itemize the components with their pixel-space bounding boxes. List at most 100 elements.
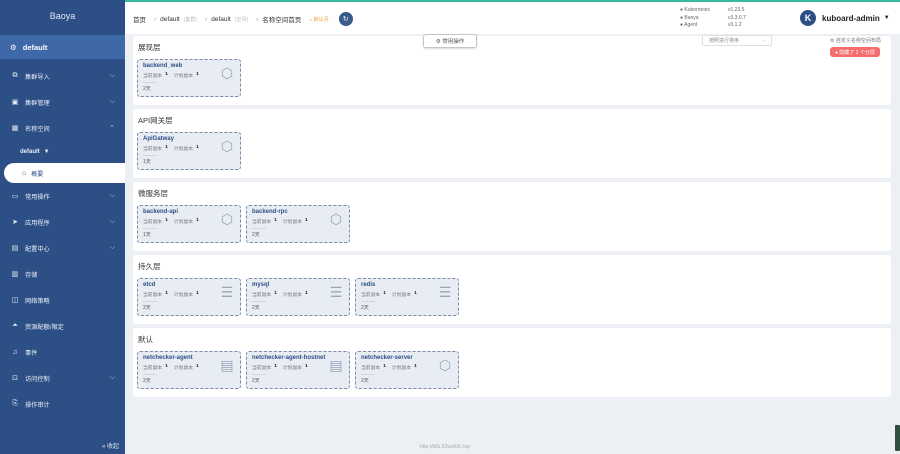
user-menu[interactable]: K kuboard-admin ▼ xyxy=(800,10,890,26)
kuboard-logo-icon: K xyxy=(800,10,816,26)
sidebar-item-namespace[interactable]: ⚙ default xyxy=(0,35,125,59)
lock-icon: ⊡ xyxy=(12,375,18,382)
crumb-namespace-tag: (空间) xyxy=(234,16,249,23)
layer-microservice: 微服务层 backend-api 当前副本 1 计划副本 1 1天 ⬡ backend… xyxy=(133,182,891,251)
hidden-layers-badge[interactable]: ● 隐藏了 2 个分层 xyxy=(830,47,880,57)
sidebar-item-namespaces[interactable]: ▦ 名称空间 ⌃ xyxy=(0,115,125,141)
network-icon: ◫ xyxy=(11,297,19,304)
layer-presentation: 展现层 backend_web 当前副本 1 计划副本 1 2天 ⬡ xyxy=(133,36,891,105)
workload-card[interactable]: netchecker-agent-hostnet 当前副本 1 计划副本 1 2天 ▤ xyxy=(246,351,350,389)
sidebar: Baoya ⚙ default ⧉ 集群导入 ⌵ ▣ 集群管理 ⌵ ▦ 名称空间… xyxy=(0,0,125,454)
chevron-right-icon: › xyxy=(256,15,259,23)
collapse-sidebar-button[interactable]: « 收起 xyxy=(102,441,119,450)
cube-icon: ⬡ xyxy=(220,211,234,227)
status-url: http://k8s.52web/tc.top xyxy=(420,444,471,450)
audit-icon: ⎘ xyxy=(12,400,18,407)
namespace-selector[interactable]: default ▼ xyxy=(0,141,125,163)
crumb-ns-home: 名称空间首页 xyxy=(262,17,302,24)
server-icon: ☰ xyxy=(329,284,343,300)
sidebar-item-apps[interactable]: ➤ 应用程序 ⌵ xyxy=(0,209,125,235)
import-icon: ⧉ xyxy=(12,72,18,79)
crumb-cluster[interactable]: default xyxy=(160,16,180,23)
sidebar-item-label: 事件 xyxy=(25,349,38,357)
cluster-icon: ▣ xyxy=(11,99,19,106)
sidebar-item-audit[interactable]: ⎘ 操作审计 xyxy=(0,391,125,417)
config-icon: ▤ xyxy=(11,245,19,252)
sidebar-item-config[interactable]: ▤ 配置中心 ⌵ xyxy=(0,235,125,261)
workload-age: 1天 xyxy=(143,228,157,238)
brand-title: Baoya xyxy=(49,11,76,21)
custom-layout-link[interactable]: ⚙ 自定义名称空间布局 xyxy=(830,37,881,44)
workload-card[interactable]: backend_web 当前副本 1 计划副本 1 2天 ⬡ xyxy=(137,59,241,97)
sidebar-item-label: 常用操作 xyxy=(25,193,50,201)
send-icon: ➤ xyxy=(12,219,18,226)
workload-card[interactable]: etcd 当前副本 1 计划副本 1 2天 ☰ xyxy=(137,278,241,316)
sidebar-item-label: 名称空间 xyxy=(25,125,50,133)
sidebar-item-cluster-import[interactable]: ⧉ 集群导入 ⌵ xyxy=(0,63,125,89)
sidebar-item-storage[interactable]: ▥ 存储 xyxy=(0,261,125,287)
workload-card[interactable]: backend-api 当前副本 1 计划副本 1 1天 ⬡ xyxy=(137,205,241,243)
crumb-namespace[interactable]: default xyxy=(211,16,231,23)
chevron-up-icon: ⌃ xyxy=(109,125,115,132)
grid-icon: ▦ xyxy=(11,125,19,132)
cube-icon: ⬡ xyxy=(329,211,343,227)
sidebar-item-network[interactable]: ◫ 网络策略 xyxy=(0,287,125,313)
chevron-down-icon: ⌵ xyxy=(109,218,115,225)
chevron-down-icon: ⌵ xyxy=(109,98,115,105)
caret-down-icon: ▼ xyxy=(883,15,890,21)
side-handle[interactable] xyxy=(895,425,900,451)
crumb-cluster-tag: (集群) xyxy=(183,16,198,23)
server-icon: ☰ xyxy=(220,284,234,300)
storage-icon: ▥ xyxy=(11,271,19,278)
crumb-home[interactable]: 首页 xyxy=(133,14,146,24)
workload-age: 2天 xyxy=(143,301,157,311)
quota-icon: ⏶ xyxy=(12,322,18,329)
sidebar-item-label: 集群导入 xyxy=(25,73,50,81)
workload-age: 2天 xyxy=(143,82,157,92)
layer-api-gateway: API网关层 ApiGatway 当前副本 1 计划副本 1 1天 ⬡ xyxy=(133,109,891,178)
common-ops-button[interactable]: ⚙ 常用操作 xyxy=(423,34,477,48)
workload-age: 2天 xyxy=(361,301,375,311)
workload-card[interactable]: backend-rpc 当前副本 1 计划副本 1 2天 ⬡ xyxy=(246,205,350,243)
sidebar-item-label: 资源配额/限定 xyxy=(25,323,64,331)
layer-default: 默认 netchecker-agent 当前副本 1 计划副本 1 2天 ▤ netc… xyxy=(133,328,891,397)
cube-icon: ⬡ xyxy=(220,65,234,81)
version-info: ● Kubernetes v1.23.5 ● Baoya v3.3.0.7 ● Ag… xyxy=(680,7,746,28)
sidebar-item-label: 网络策略 xyxy=(25,297,50,305)
caret-down-icon: ▼ xyxy=(43,149,50,155)
sidebar-item-access-control[interactable]: ⊡ 访问控制 ⌵ xyxy=(0,365,125,391)
workload-card[interactable]: netchecker-server 当前副本 1 计划副本 1 2天 ⬡ xyxy=(355,351,459,389)
sidebar-item-events[interactable]: ♫ 事件 xyxy=(0,339,125,365)
workload-card[interactable]: redis 当前副本 1 计划副本 1 2天 ☰ xyxy=(355,278,459,316)
sidebar-item-label: 应用程序 xyxy=(25,219,50,227)
home-icon: ⌂ xyxy=(22,169,27,177)
workload-age: 2天 xyxy=(252,228,266,238)
sidebar-item-label: 存储 xyxy=(25,271,38,279)
namespace-label: default xyxy=(22,42,48,52)
layers-container: 展现层 backend_web 当前副本 1 计划副本 1 2天 ⬡ API网关层 A… xyxy=(133,36,891,401)
sidebar-item-label: 操作审计 xyxy=(25,401,50,409)
sidebar-item-label: 配置中心 xyxy=(25,245,50,253)
bell-icon: ♫ xyxy=(12,348,18,356)
sort-select[interactable]: 按照进行排序 ⌵ xyxy=(702,35,772,46)
sidebar-item-quota[interactable]: ⏶ 资源配额/限定 xyxy=(0,313,125,339)
chevron-right-icon: › xyxy=(205,15,208,23)
daemonset-icon: ▤ xyxy=(220,357,234,373)
workload-card[interactable]: mysql 当前副本 1 计划副本 1 2天 ☰ xyxy=(246,278,350,316)
refresh-icon[interactable]: ↻ xyxy=(338,12,353,26)
sidebar-item-common-ops[interactable]: ▭ 常用操作 ⌵ xyxy=(0,183,125,209)
cube-icon: ⬡ xyxy=(438,357,452,373)
username: kuboard-admin xyxy=(822,13,880,23)
layer-title: 展现层 xyxy=(138,43,161,52)
workload-age: 2天 xyxy=(252,374,266,384)
sidebar-item-overview[interactable]: ⌂ 概要 xyxy=(4,163,125,183)
server-icon: ☰ xyxy=(438,284,452,300)
breadcrumb: 首页 › default (集群) › default (空间) › 名称空间首… xyxy=(133,12,357,26)
daemonset-icon: ▤ xyxy=(329,357,343,373)
workload-card[interactable]: netchecker-agent 当前副本 1 计划副本 1 2天 ▤ xyxy=(137,351,241,389)
layer-title: 持久层 xyxy=(138,262,161,271)
default-page-tag[interactable]: ⌂ 默认页 xyxy=(309,16,328,23)
workload-card[interactable]: ApiGatway 当前副本 1 计划副本 1 1天 ⬡ xyxy=(137,132,241,170)
sidebar-item-cluster-manage[interactable]: ▣ 集群管理 ⌵ xyxy=(0,89,125,115)
layer-title: API网关层 xyxy=(138,116,173,125)
